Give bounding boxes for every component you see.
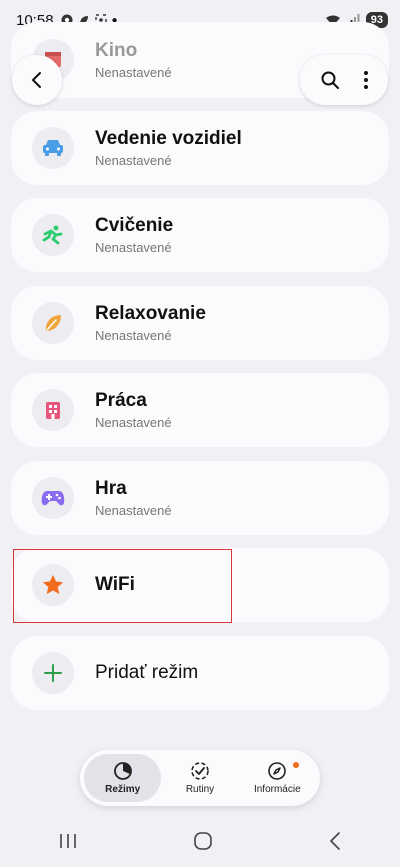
mode-card-wifi[interactable]: WiFi — [11, 548, 389, 622]
mode-card-text: Práca Nenastavené — [95, 390, 172, 430]
running-icon — [32, 214, 74, 256]
home-button[interactable] — [193, 831, 213, 851]
mode-card-text: Kino Nenastavené — [95, 40, 172, 80]
home-icon — [194, 832, 212, 850]
chevron-left-icon — [32, 72, 41, 88]
tab-modes[interactable]: Režimy — [84, 754, 162, 802]
system-nav-bar — [0, 815, 400, 867]
mode-subtitle: Nenastavené — [95, 65, 172, 80]
mode-title: Práca — [95, 390, 147, 411]
mode-title: Hra — [95, 478, 127, 499]
more-vert-icon — [363, 71, 368, 89]
tab-routines[interactable]: Rutiny — [161, 754, 238, 802]
compass-icon — [268, 762, 287, 780]
mode-title: WiFi — [95, 574, 135, 595]
mode-subtitle: Nenastavené — [95, 503, 172, 518]
mode-card-exercise[interactable]: Cvičenie Nenastavené — [11, 198, 389, 272]
recent-apps-button[interactable] — [58, 832, 78, 850]
search-icon — [321, 71, 339, 89]
routines-icon — [191, 762, 209, 780]
building-icon — [32, 389, 74, 431]
search-button[interactable] — [320, 70, 340, 90]
gamepad-icon — [32, 477, 74, 519]
mode-card-game[interactable]: Hra Nenastavené — [11, 461, 389, 535]
mode-card-text: Vedenie vozidiel Nenastavené — [95, 128, 242, 168]
bottom-nav: Režimy Rutiny Informácie — [80, 750, 320, 806]
mode-card-text: WiFi — [95, 574, 135, 596]
tab-info[interactable]: Informácie — [239, 754, 316, 802]
mode-card-driving[interactable]: Vedenie vozidiel Nenastavené — [11, 111, 389, 185]
car-icon — [32, 127, 74, 169]
tab-label: Režimy — [105, 784, 141, 795]
recent-apps-icon — [59, 834, 76, 848]
header-actions — [300, 55, 388, 105]
tab-label: Informácie — [253, 784, 301, 795]
mode-subtitle: Nenastavené — [95, 153, 172, 168]
star-icon — [32, 564, 74, 606]
tab-label: Rutiny — [185, 784, 215, 795]
plus-icon — [32, 652, 74, 694]
mode-subtitle: Nenastavené — [95, 415, 172, 430]
mode-card-text: Cvičenie Nenastavené — [95, 215, 173, 255]
leaf-icon — [32, 302, 74, 344]
system-back-icon — [330, 832, 341, 850]
mode-card-text: Hra Nenastavené — [95, 478, 172, 518]
notification-dot — [292, 762, 299, 768]
mode-subtitle: Nenastavené — [95, 328, 172, 343]
mode-title: Cvičenie — [95, 215, 174, 236]
mode-card-text: Relaxovanie Nenastavené — [95, 303, 206, 343]
system-back-button[interactable] — [328, 831, 342, 851]
mode-card-work[interactable]: Práca Nenastavené — [11, 373, 389, 447]
back-button[interactable] — [12, 55, 62, 105]
mode-title: Vedenie vozidiel — [95, 128, 242, 149]
mode-title: Relaxovanie — [95, 303, 206, 324]
mode-card-relax[interactable]: Relaxovanie Nenastavené — [11, 286, 389, 360]
mode-card-text: Pridať režim — [95, 662, 198, 684]
more-options-button[interactable] — [363, 70, 369, 90]
mode-subtitle: Nenastavené — [95, 240, 172, 255]
add-mode-button[interactable]: Pridať režim — [11, 636, 389, 710]
modes-icon — [113, 762, 132, 780]
add-mode-label: Pridať režim — [95, 662, 199, 683]
mode-title: Kino — [95, 40, 138, 61]
